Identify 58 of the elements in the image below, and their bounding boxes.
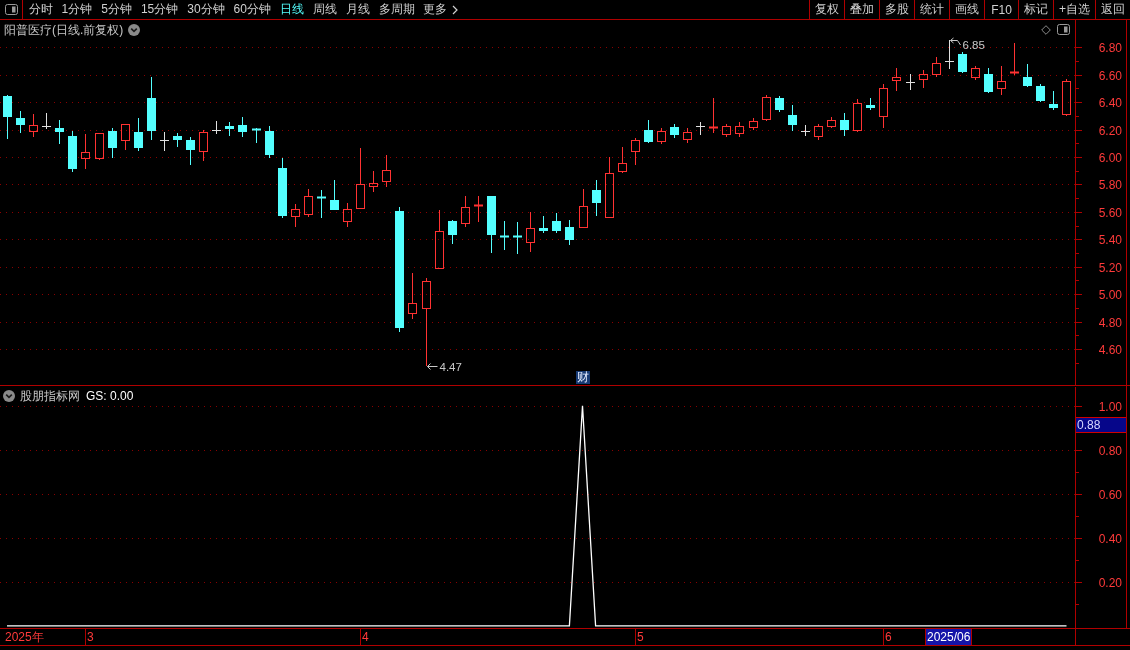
chart-title: 阳普医疗(日线.前复权): [4, 23, 124, 37]
toolbar-button[interactable]: 画线: [949, 0, 984, 19]
toolbar-button[interactable]: 复权: [809, 0, 844, 19]
period-tab[interactable]: 分时: [24, 0, 57, 19]
price-axis-label: 5.40: [1098, 233, 1122, 247]
date-axis-label: 3: [87, 629, 94, 645]
high-price-label: 6.85: [962, 39, 985, 51]
cursor-date-label: 2025/06: [925, 629, 973, 645]
price-axis-label: 6.00: [1098, 151, 1122, 165]
price-axis-label: 5.60: [1098, 206, 1122, 220]
price-axis-label: 5.20: [1098, 261, 1122, 275]
toolbar-button[interactable]: 标记: [1018, 0, 1053, 19]
cursor-value-label: 0.88: [1076, 417, 1126, 433]
period-tab[interactable]: 5分钟: [96, 0, 137, 19]
toolbar-button[interactable]: F10: [984, 0, 1018, 19]
indicator-readout: GS: 0.00: [86, 389, 134, 403]
indicator-axis-label: 0.40: [1098, 532, 1122, 546]
period-tab[interactable]: 15分钟: [136, 0, 183, 19]
period-tab[interactable]: 月线: [341, 0, 375, 19]
price-axis-label: 5.80: [1098, 178, 1122, 192]
low-price-label: 4.47: [439, 361, 462, 373]
leader-arrow: [950, 37, 961, 46]
panel-toggle-icon: [4, 4, 18, 15]
event-marker[interactable]: 财: [576, 371, 590, 384]
date-axis-label: 2025年: [5, 629, 44, 645]
price-axis-label: 6.20: [1098, 124, 1122, 138]
chevron-down-circle-icon[interactable]: [3, 390, 15, 402]
indicator-axis-label: 0.80: [1098, 444, 1122, 458]
indicator-axis-label: 0.60: [1098, 488, 1122, 502]
period-tab[interactable]: 周线: [308, 0, 342, 19]
price-axis-label: 5.00: [1098, 288, 1122, 302]
price-axis-label: 6.80: [1098, 41, 1122, 55]
period-tab[interactable]: 60分钟: [229, 0, 276, 19]
diamond-icon[interactable]: [1041, 24, 1051, 35]
date-axis-label: 4: [362, 629, 369, 645]
chevron-right-icon: [452, 4, 459, 15]
price-axis-label: 6.60: [1098, 69, 1122, 83]
toolbar-button[interactable]: +自选: [1053, 0, 1095, 19]
leader-arrow: [427, 363, 438, 370]
toolbar-button[interactable]: 统计: [914, 0, 949, 19]
toolbar-button[interactable]: 叠加: [844, 0, 879, 19]
indicator-name: 股朋指标网: [20, 389, 80, 403]
price-axis-label: 4.60: [1098, 343, 1122, 357]
date-axis-label: 5: [637, 629, 644, 645]
toolbar-button[interactable]: 多股: [879, 0, 914, 19]
price-axis-label: 4.80: [1098, 316, 1122, 330]
panel-toggle-icon[interactable]: [1057, 24, 1070, 35]
period-tab[interactable]: 30分钟: [182, 0, 230, 19]
date-axis-label: 6: [885, 629, 892, 645]
toolbar-button[interactable]: 返回: [1095, 0, 1130, 19]
price-axis-label: 6.40: [1098, 96, 1122, 110]
indicator-axis-label: 0.20: [1098, 576, 1122, 590]
more-menu-button[interactable]: 更多: [419, 0, 463, 19]
period-tab[interactable]: 1分钟: [57, 0, 97, 19]
indicator-axis-label: 1.00: [1098, 400, 1122, 414]
period-tab[interactable]: 多周期: [374, 0, 420, 19]
chevron-down-circle-icon[interactable]: [128, 24, 141, 36]
period-tab[interactable]: 日线: [275, 0, 309, 19]
